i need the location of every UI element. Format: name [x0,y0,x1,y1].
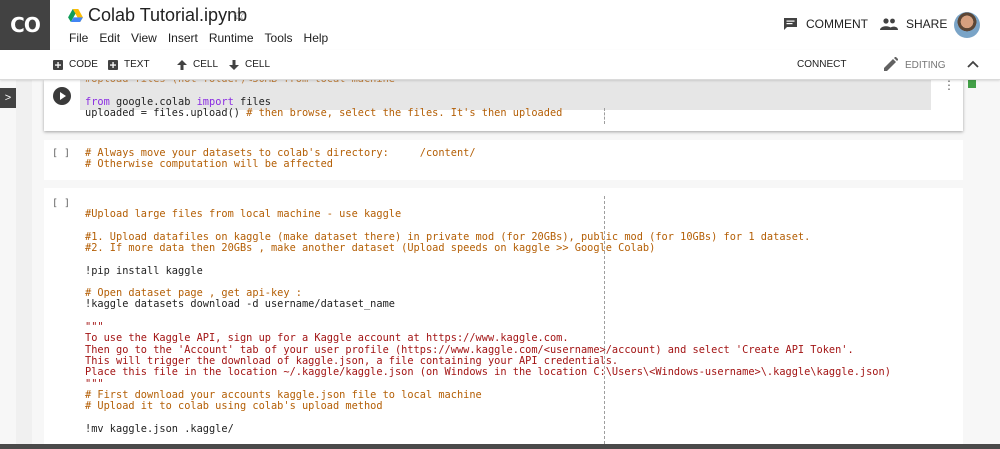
star-icon[interactable]: ☆ [232,5,246,25]
code-line: !pip install kaggle [85,264,203,277]
chevron-up-icon[interactable] [967,60,979,68]
menu-help[interactable]: Help [304,31,329,45]
cell-down-label: CELL [245,59,271,70]
add-code-cell-button[interactable]: CODE [53,59,98,70]
move-cell-down-button[interactable]: CELL [229,59,270,70]
sidebar-toggle-button[interactable]: > [0,88,16,108]
code-text: uploaded = files.upload() [85,107,247,119]
menu-edit[interactable]: Edit [99,31,120,45]
connect-label: CONNECT [797,59,847,70]
play-icon [60,92,66,100]
code-line: # Upload it to colab using colab's uploa… [85,400,383,413]
share-label: SHARE [906,17,948,31]
code-line: #Upload large files from local machine -… [85,208,402,220]
arrow-down-icon [229,59,239,70]
line-length-guide [604,108,605,124]
code-line: To use the Kaggle API, sign up for a Kag… [85,332,569,345]
text-label: TEXT [124,59,150,70]
code-line: Place this file in the location ~/.kaggl… [85,366,891,379]
bottom-status-bar [0,444,1000,449]
code-line: #2. If more data then 20GBs , make anoth… [85,241,656,254]
line-length-guide [604,196,605,444]
connect-button[interactable]: CONNECT [797,59,846,70]
menu-insert[interactable]: Insert [168,31,198,45]
google-drive-icon[interactable] [68,9,83,22]
code-line: !kaggle datasets download -d username/da… [85,298,395,311]
code-comment: # then browse, select the files. It's th… [246,107,563,119]
cell-more-icon[interactable]: ⋮ [943,78,955,92]
code-line: # Otherwise computation will be affected [85,158,333,170]
code-line: uploaded = files.upload() # then browse,… [85,107,563,119]
menu-runtime[interactable]: Runtime [209,31,254,45]
notebook-toolbar: CODE TEXT CELL CELL CONNECT EDITING [0,50,1000,80]
cell-execution-bracket: [ ] [52,198,71,209]
editing-mode-button[interactable]: EDITING [884,57,946,71]
comment-icon [784,18,797,30]
notebook-title[interactable]: Colab Tutorial.ipynb [88,5,247,26]
menu-view[interactable]: View [131,31,157,45]
menu-bar: File Edit View Insert Runtime Tools Help [69,31,339,45]
plus-box-icon [53,59,63,70]
code-line: !mv kaggle.json .kaggle/ [85,422,234,435]
menu-file[interactable]: File [69,31,88,45]
editing-label: EDITING [905,59,946,71]
cell-status-indicator [968,80,976,88]
add-text-cell-button[interactable]: TEXT [108,59,150,70]
user-avatar[interactable] [954,12,980,38]
code-cell-kaggle-upload[interactable]: [ ] #Upload large files from local machi… [44,188,963,444]
pencil-icon [884,57,898,71]
menu-tools[interactable]: Tools [265,31,293,45]
colab-logo[interactable]: CO [0,0,50,50]
people-icon [880,18,898,30]
comment-label: COMMENT [806,17,868,31]
code-cell-move-datasets[interactable]: [ ] # Always move your datasets to colab… [44,140,963,180]
comment-button[interactable]: COMMENT [783,17,868,31]
share-button[interactable]: SHARE [880,17,947,31]
cell-execution-bracket: [ ] [52,148,71,159]
run-cell-button[interactable] [53,87,71,105]
left-gutter [16,80,32,449]
code-cell-upload[interactable]: #Upload files (not folder)<30MB from loc… [44,73,976,131]
move-cell-up-button[interactable]: CELL [177,59,218,70]
app-header: CO Colab Tutorial.ipynb ☆ File Edit View… [0,0,1000,50]
cell-up-label: CELL [193,59,219,70]
code-label: CODE [69,59,98,70]
arrow-up-icon [177,59,187,70]
plus-box-icon [108,59,118,70]
